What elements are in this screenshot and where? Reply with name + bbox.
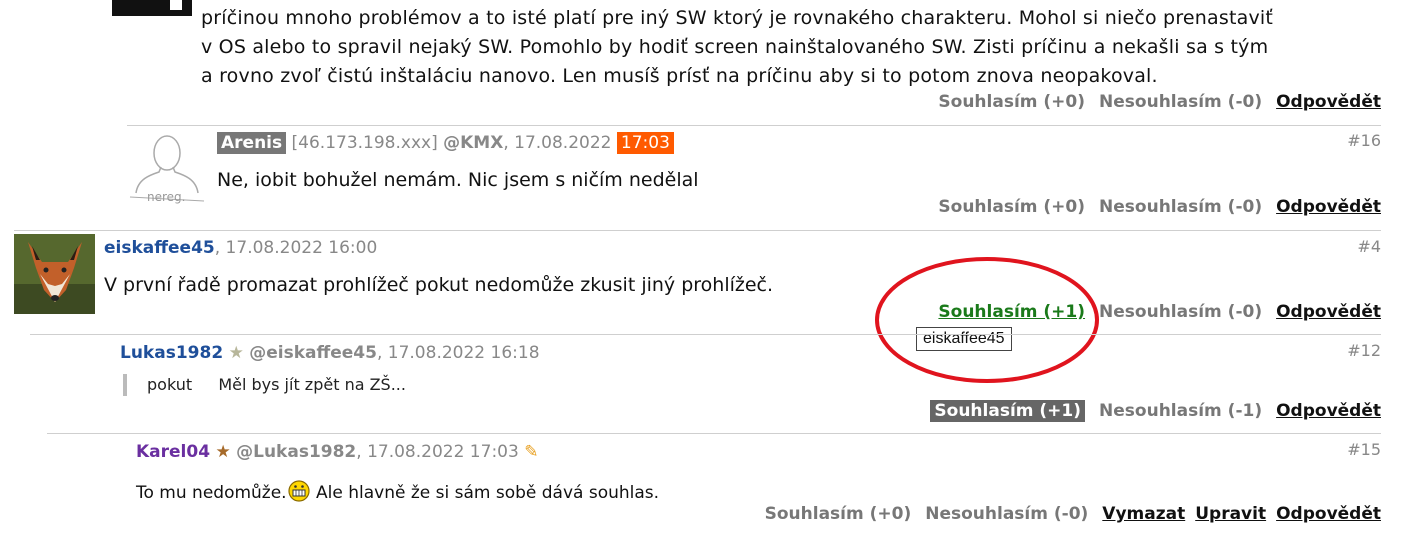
author-name[interactable]: Arenis <box>217 132 287 154</box>
quote-label: pokut <box>147 375 193 394</box>
comment-body-top: príčinou mnoho problémov a to isté platí… <box>201 4 1391 91</box>
time-badge: 17:03 <box>616 132 674 154</box>
comment-meta: Arenis [46.173.198.xxx] @KMX, 17.08.2022… <box>217 132 674 154</box>
agree-button[interactable]: Souhlasím (+0) <box>765 504 912 524</box>
comment-line: príčinou mnoho problémov a to isté platí… <box>201 7 1274 29</box>
comment-date: , 17.08.2022 <box>503 133 612 153</box>
pencil-icon: ✎ <box>524 442 539 462</box>
disagree-button[interactable]: Nesouhlasím (-0) <box>1099 302 1262 322</box>
reply-button[interactable]: Odpovědět <box>1276 92 1381 112</box>
comment-number[interactable]: #16 <box>1347 131 1381 150</box>
ip-address: [46.173.198.xxx] <box>291 133 438 153</box>
comment-meta: Karel04 ★ @Lukas1982, 17.08.2022 17:03 ✎ <box>136 442 538 462</box>
avatar-label: nereg. <box>147 190 186 204</box>
agree-button[interactable]: Souhlasím (+0) <box>938 197 1085 217</box>
reply-to-link[interactable]: @KMX <box>443 133 503 153</box>
quoted-text: pokut Měl bys jít zpět na ZŠ... <box>123 374 406 396</box>
reply-to-link[interactable]: @eiskaffee45 <box>249 343 377 363</box>
comment-date: , 17.08.2022 17:03 <box>356 442 519 462</box>
disagree-button[interactable]: Nesouhlasím (-0) <box>925 504 1088 524</box>
comment-line: a rovno zvoľ čistú inštaláciu nanovo. Le… <box>201 65 1158 87</box>
avatar <box>14 234 95 314</box>
comment-actions: Souhlasím (+0) Nesouhlasím (-0) Odpovědě… <box>938 197 1381 217</box>
rank-star-icon: ★ <box>228 343 244 363</box>
divider <box>14 230 1381 231</box>
author-name[interactable]: Lukas1982 <box>120 343 223 363</box>
reply-button[interactable]: Odpovědět <box>1276 504 1381 524</box>
agree-button[interactable]: Souhlasím (+1) <box>930 400 1086 422</box>
avatar-fragment <box>112 0 192 16</box>
disagree-button[interactable]: Nesouhlasím (-0) <box>1099 92 1262 112</box>
comment-text: V první řadě promazat prohlížeč pokut ne… <box>104 274 774 296</box>
reply-button[interactable]: Odpovědět <box>1276 302 1381 322</box>
author-name[interactable]: Karel04 <box>136 442 210 462</box>
comment-line: v OS alebo to spravil nejaký SW. Pomohlo… <box>201 36 1269 58</box>
comment-text: Měl bys jít zpět na ZŠ... <box>218 375 406 394</box>
comment-text: Ne, iobit bohužel nemám. Nic jsem s ničí… <box>217 169 699 191</box>
grin-smiley-icon <box>287 480 311 507</box>
comment-meta: eiskaffee45, 17.08.2022 16:00 <box>104 238 377 258</box>
comment-text: To mu nedomůže. Ale hlavně že si sám sob… <box>136 480 659 507</box>
comment-number[interactable]: #4 <box>1357 237 1381 256</box>
author-name[interactable]: eiskaffee45 <box>104 238 215 258</box>
disagree-button[interactable]: Nesouhlasím (-0) <box>1099 197 1262 217</box>
comment-number[interactable]: #15 <box>1347 440 1381 459</box>
divider <box>47 433 1381 434</box>
delete-button[interactable]: Vymazat <box>1102 504 1185 524</box>
comment-actions: Souhlasím (+0) Nesouhlasím (-0) Vymazat … <box>765 504 1381 524</box>
reply-to-link[interactable]: @Lukas1982 <box>236 442 356 462</box>
divider <box>30 334 1381 335</box>
edit-button[interactable]: Upravit <box>1195 504 1266 524</box>
avatar: nereg. <box>126 131 208 207</box>
comment-number[interactable]: #12 <box>1347 341 1381 360</box>
comment-actions: Souhlasím (+1) Nesouhlasím (-1) Odpovědě… <box>930 400 1381 422</box>
divider <box>127 125 1381 126</box>
rank-star-icon: ★ <box>215 442 231 462</box>
comment-text-part: To mu nedomůže. <box>136 483 287 503</box>
highlight-circle <box>875 257 1099 383</box>
disagree-button[interactable]: Nesouhlasím (-1) <box>1099 401 1262 421</box>
reply-button[interactable]: Odpovědět <box>1276 401 1381 421</box>
comment-date: , 17.08.2022 16:00 <box>214 238 378 258</box>
agree-button[interactable]: Souhlasím (+0) <box>938 92 1085 112</box>
comment-meta: Lukas1982 ★ @eiskaffee45, 17.08.2022 16:… <box>120 343 540 363</box>
comment-text-part: Ale hlavně že si sám sobě dává souhlas. <box>310 483 660 503</box>
comment-date: , 17.08.2022 16:18 <box>376 343 540 363</box>
reply-button[interactable]: Odpovědět <box>1276 197 1381 217</box>
fox-avatar-icon <box>14 234 95 314</box>
comment-actions-top: Souhlasím (+0) Nesouhlasím (-0) Odpovědě… <box>938 92 1381 112</box>
